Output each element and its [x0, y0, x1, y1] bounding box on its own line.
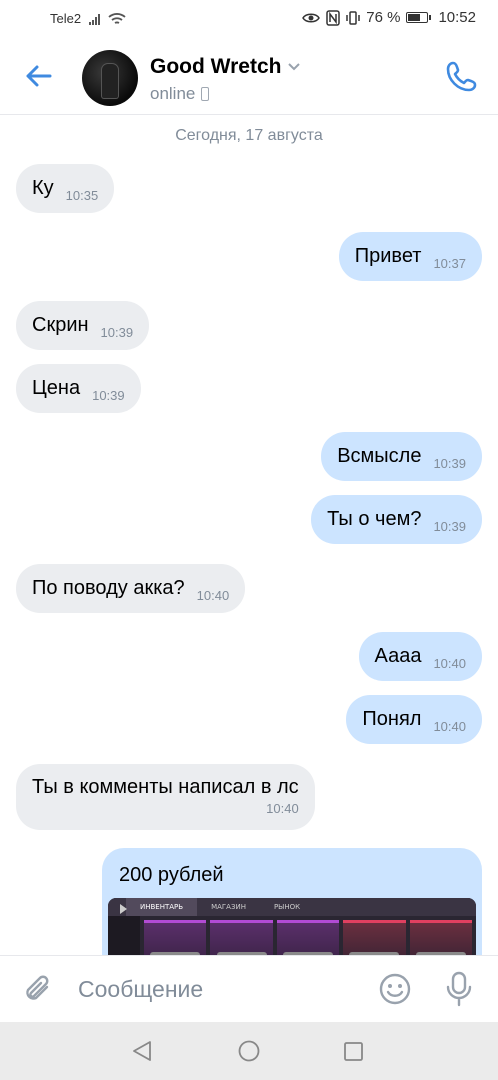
- signal-icon: [89, 13, 101, 25]
- screenshot-tab: МАГАЗИН: [211, 903, 246, 911]
- message-time: 10:40: [433, 719, 466, 734]
- screenshot-tab: РЫНОК: [273, 903, 301, 911]
- battery-percent: 76 %: [366, 9, 401, 26]
- message-bubble[interactable]: Цена 10:39: [16, 364, 141, 413]
- message-time: 10:37: [433, 256, 466, 271]
- screenshot-tabs: ИНВЕНТАРЬ МАГАЗИН РЫНОК: [108, 898, 476, 916]
- system-nav-bar: [0, 1022, 498, 1080]
- message-text: 200 рублей: [119, 864, 224, 886]
- status-text: online: [150, 84, 196, 103]
- chevron-down-icon: [288, 63, 301, 71]
- message-bubble[interactable]: Аааа 10:40: [358, 632, 482, 681]
- skin-card: [276, 920, 340, 955]
- message-time: 10:39: [433, 456, 466, 471]
- avatar-figure: [102, 64, 118, 98]
- avatar[interactable]: [82, 50, 138, 106]
- skin-card: [343, 920, 406, 955]
- contact-status: online: [150, 84, 210, 104]
- message-text: Цена: [32, 377, 81, 399]
- message-input[interactable]: [78, 973, 358, 1005]
- skin-card: [210, 920, 273, 955]
- skin-card: [409, 920, 473, 955]
- nav-back-icon[interactable]: [131, 1040, 153, 1062]
- contact-title[interactable]: Good Wretch: [150, 55, 301, 79]
- message-bubble[interactable]: Скрин 10:39: [16, 301, 150, 350]
- nav-home-icon[interactable]: [238, 1040, 260, 1062]
- message-time: 10:40: [266, 801, 299, 816]
- attach-clip-icon[interactable]: [22, 972, 56, 1006]
- message-bubble[interactable]: Ты о чем? 10:39: [311, 495, 482, 544]
- microphone-icon[interactable]: [444, 970, 474, 1008]
- message-time: 10:39: [433, 519, 466, 534]
- message-text: Ты о чем?: [327, 508, 422, 530]
- nfc-icon: [326, 9, 340, 26]
- clock: 10:52: [438, 9, 476, 26]
- message-time: 10:39: [100, 325, 134, 340]
- status-left: Tele2: [50, 11, 126, 26]
- status-bar: Tele2 76 % 10:52: [0, 0, 498, 38]
- skin-card: [144, 920, 207, 955]
- phone-icon[interactable]: [444, 58, 480, 94]
- contact-name: Good Wretch: [150, 55, 282, 78]
- battery-icon: [406, 12, 432, 23]
- message-bubble[interactable]: Всмысле 10:39: [321, 432, 482, 481]
- message-list[interactable]: Сегодня, 17 августа Ку 10:35 Привет 10:3…: [0, 115, 498, 955]
- chat-header: Good Wretch online: [0, 38, 498, 115]
- message-text: Ты в комменты написал в лс: [32, 776, 299, 798]
- photo-message-bubble[interactable]: 200 рублей ИНВЕНТАРЬ МАГАЗИН РЫНОК: [102, 848, 482, 955]
- play-icon: [120, 904, 127, 914]
- message-time: 10:35: [65, 188, 99, 203]
- message-text: Всмысле: [337, 445, 422, 467]
- message-time: 10:40: [196, 588, 230, 603]
- message-time: 10:39: [92, 388, 125, 403]
- vibrate-icon: [346, 10, 360, 25]
- message-text: Понял: [362, 708, 422, 730]
- message-bubble[interactable]: Ты в комменты написал в лс 10:40: [16, 764, 315, 830]
- eye-icon: [302, 13, 321, 22]
- back-arrow-icon[interactable]: [22, 60, 54, 92]
- wifi-icon: [108, 12, 126, 24]
- message-bubble[interactable]: По поводу акка? 10:40: [16, 564, 246, 613]
- date-separator: Сегодня, 17 августа: [175, 127, 323, 144]
- attached-screenshot-image[interactable]: ИНВЕНТАРЬ МАГАЗИН РЫНОК: [108, 898, 476, 955]
- nav-recents-icon[interactable]: [344, 1042, 363, 1061]
- message-bubble[interactable]: Понял 10:40: [346, 695, 482, 744]
- message-text: Привет: [354, 245, 422, 267]
- message-composer: [0, 955, 498, 1023]
- battery-fill: [408, 14, 421, 21]
- message-bubble[interactable]: Ку 10:35: [16, 164, 115, 213]
- message-text: По поводу акка?: [32, 577, 185, 599]
- status-right: 76 % 10:52: [302, 9, 476, 26]
- message-text: Аааа: [374, 645, 422, 667]
- screenshot-sidebar: [108, 916, 140, 955]
- carrier-label: Tele2: [50, 11, 82, 26]
- message-text: Ку: [32, 177, 54, 199]
- message-time: 10:40: [433, 656, 466, 671]
- screenshot-cards: [144, 920, 473, 955]
- mobile-device-icon: [201, 87, 210, 101]
- emoji-icon[interactable]: [378, 972, 412, 1006]
- screenshot-tab: ИНВЕНТАРЬ: [126, 898, 198, 916]
- message-text: Скрин: [32, 314, 89, 336]
- message-bubble[interactable]: Привет 10:37: [338, 232, 482, 281]
